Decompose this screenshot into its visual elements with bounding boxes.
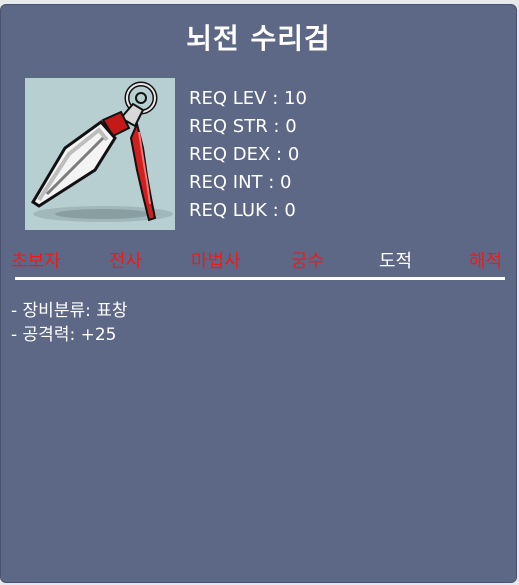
job-magician: 마법사 [191,251,241,272]
item-info: - 장비분류: 표창 - 공격력: +25 [11,299,128,347]
job-warrior: 전사 [109,251,143,272]
req-luk: REQ LUK : 0 [189,200,296,221]
throwing-star-dart-icon [30,81,173,222]
info-category: - 장비분류: 표창 [11,301,128,321]
req-level: REQ LEV : 10 [189,88,307,109]
req-int: REQ INT : 0 [189,172,292,193]
job-bowman: 궁수 [291,251,325,272]
req-str: REQ STR : 0 [189,116,297,137]
item-icon-frame [25,78,175,230]
job-pirate: 해적 [469,251,503,272]
info-attack: - 공격력: +25 [11,325,117,345]
job-beginner: 초보자 [11,251,61,272]
job-list: 초보자 전사 마법사 궁수 도적 해적 [1,247,518,275]
job-thief: 도적 [379,251,413,272]
divider [15,277,505,280]
item-name: 뇌전 수리검 [186,22,331,55]
requirements-list: REQ LEV : 10 REQ STR : 0 REQ DEX : 0 REQ… [189,85,307,225]
req-dex: REQ DEX : 0 [189,144,300,165]
item-tooltip: 뇌전 수리검 REQ LEV : 10 REQ STR : 0 REQ DEX … [0,4,517,583]
